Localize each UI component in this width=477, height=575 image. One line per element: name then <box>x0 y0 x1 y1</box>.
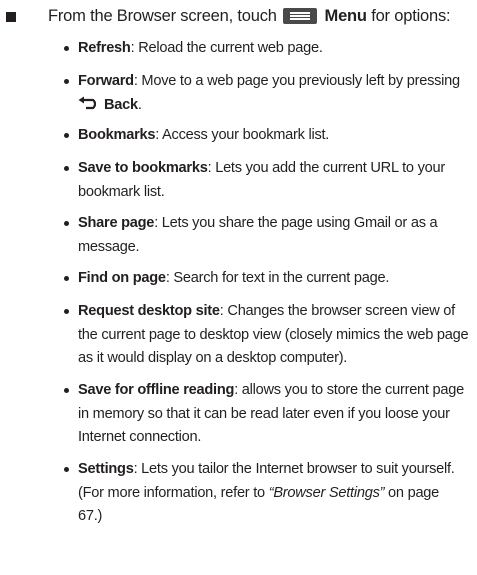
intro-after-text: for options: <box>366 7 451 25</box>
back-after-text: . <box>137 96 142 113</box>
item-term: Bookmarks <box>78 127 156 143</box>
item-term: Find on page <box>78 270 166 286</box>
item-description: : Lets you share the page using Gmail or… <box>154 215 438 231</box>
item-term: Save for offline reading <box>78 382 235 398</box>
list-item-save-to-bookmarks: Save to bookmarks: Lets you add the curr… <box>64 157 470 204</box>
bullet-dot-icon <box>64 276 69 281</box>
item-term: Forward <box>78 73 134 89</box>
bullet-dot-icon <box>64 79 69 84</box>
list-item-request-desktop-site: Request desktop site: Changes the browse… <box>64 300 470 371</box>
item-term: Share page <box>78 215 155 231</box>
item-description-continued: message. <box>78 238 140 255</box>
bullet-dot-icon <box>64 166 69 171</box>
list-item-share-page: Share page: Lets you share the page usin… <box>64 212 470 259</box>
item-term: Save to bookmarks <box>78 160 208 176</box>
intro-before-text: From the Browser screen, touch <box>48 7 282 25</box>
item-description: : Lets you add the current URL to your <box>207 160 446 176</box>
item-description: : Access your bookmark list. <box>155 127 330 143</box>
item-description-continued: Internet connection. <box>78 429 202 445</box>
bullet-dot-icon <box>64 221 69 226</box>
list-item-find-on-page: Find on page: Search for text in the cur… <box>64 267 470 291</box>
menu-icon <box>283 8 318 24</box>
bullet-dot-icon <box>64 467 69 472</box>
item-description-continued: in memory so that it can be read later e… <box>78 405 450 422</box>
item-description-continued: as it would display on a desktop compute… <box>78 350 348 366</box>
item-description: : Move to a web page you previously left… <box>133 73 460 89</box>
manual-page: From the Browser screen, touch Menu for … <box>0 0 477 575</box>
item-term: Request desktop site <box>78 303 220 319</box>
list-item-settings: Settings: Lets you tailor the Internet b… <box>64 458 470 529</box>
bullet-dot-icon <box>64 388 69 393</box>
reference-before-text: (For more information, refer to <box>78 484 269 501</box>
browser-settings-reference: “Browser Settings” <box>268 484 385 501</box>
item-term: Settings <box>78 461 134 477</box>
list-item-bookmarks: Bookmarks: Access your bookmark list. <box>64 124 470 148</box>
back-label: Back <box>104 96 138 113</box>
back-arrow-icon <box>78 96 97 109</box>
item-description-continued: the current page to desktop view (closel… <box>78 326 469 343</box>
list-item-refresh: Refresh: Reload the current web page. <box>64 37 470 61</box>
square-bullet-icon <box>6 12 16 22</box>
item-description: : Lets you tailor the Internet browser t… <box>133 461 455 477</box>
bullet-dot-icon <box>64 46 69 51</box>
list-item-save-for-offline-reading: Save for offline reading: allows you to … <box>64 379 470 450</box>
item-description: : Reload the current web page. <box>130 40 323 56</box>
item-term: Refresh <box>78 40 131 56</box>
list-item-forward: Forward: Move to a web page you previous… <box>64 70 470 117</box>
bullet-dot-icon <box>64 133 69 138</box>
bullet-dot-icon <box>64 309 69 314</box>
menu-label: Menu <box>324 7 367 25</box>
item-description-continued: bookmark list. <box>78 183 165 200</box>
intro-instruction: From the Browser screen, touch Menu for … <box>0 0 477 34</box>
page-number-reference: 67.) <box>78 508 103 524</box>
item-description: : Search for text in the current page. <box>165 270 390 286</box>
reference-after-text: on page <box>384 484 440 501</box>
intro-text: From the Browser screen, touch Menu for … <box>48 7 451 26</box>
item-description: : allows you to store the current page <box>234 382 464 398</box>
item-description: : Changes the browser screen view of <box>219 303 455 319</box>
